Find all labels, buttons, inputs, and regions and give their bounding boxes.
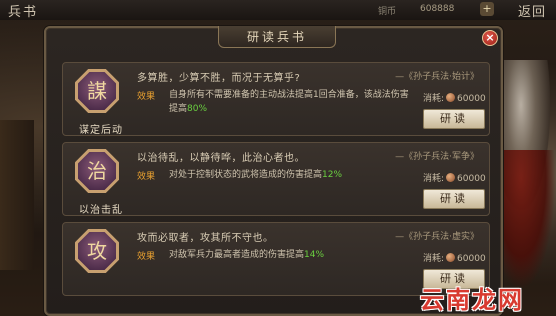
skill-quote: 以治待乱，以静待哗，此治心者也。 xyxy=(137,153,305,164)
cost-value: 60000 xyxy=(457,254,486,264)
effect-text: 对敌军兵力最高者造成的伤害提高 xyxy=(169,250,305,260)
skill-card: 謀 谋定后动 多算胜，少算不胜，而况于无算乎? —《孙子兵法·始计》 效果 自身… xyxy=(62,62,490,136)
skill-source: —《孙子兵法·虚实》 xyxy=(395,232,479,242)
cost-label: 消耗: xyxy=(423,254,445,264)
skill-source: —《孙子兵法·军争》 xyxy=(395,152,479,162)
resource-value: 608888 xyxy=(420,4,455,14)
charging-warrior-icon: 攻 xyxy=(87,239,107,263)
cost: 消耗: 60000 xyxy=(423,91,486,104)
cost-value: 60000 xyxy=(457,174,486,184)
top-bar: 兵书 铜币 608888 + 返回 xyxy=(0,0,556,20)
crossed-blades-icon: 治 xyxy=(87,159,107,183)
coin-icon xyxy=(446,93,456,102)
skill-source: —《孙子兵法·始计》 xyxy=(395,72,479,82)
effect-description: 自身所有不需要准备的主动战法提高1回合准备，该战法伤害提高80% xyxy=(169,88,413,116)
scroll-sage-icon: 謀 xyxy=(87,79,107,103)
effect-value: 12% xyxy=(322,170,343,180)
skill-icon[interactable]: 攻 xyxy=(71,229,123,277)
study-button[interactable]: 研读 xyxy=(423,189,485,209)
close-button[interactable]: × xyxy=(482,30,498,46)
cost-label: 消耗: xyxy=(423,174,445,184)
skill-card: 治 以治击乱 以治待乱，以静待哗，此治心者也。 —《孙子兵法·军争》 效果 对处… xyxy=(62,142,490,216)
dialog-title: 研读兵书 xyxy=(246,30,307,44)
effect-description: 对处于控制状态的武将造成的伤害提高12% xyxy=(169,168,413,182)
page-title: 兵书 xyxy=(8,5,39,20)
cost-label: 消耗: xyxy=(423,94,445,104)
cost: 消耗: 60000 xyxy=(423,171,486,184)
effect-text: 对处于控制状态的武将造成的伤害提高 xyxy=(169,170,323,180)
effect-label: 效果 xyxy=(137,92,156,102)
watermark: 云南龙网 xyxy=(420,286,524,314)
study-button[interactable]: 研读 xyxy=(423,109,485,129)
cost-value: 60000 xyxy=(457,94,486,104)
skill-icon[interactable]: 謀 谋定后动 xyxy=(71,69,123,136)
add-resource-button[interactable]: + xyxy=(480,2,494,16)
skill-quote: 攻而必取者，攻其所不守也。 xyxy=(137,233,274,244)
cost: 消耗: 60000 xyxy=(423,251,486,264)
effect-label: 效果 xyxy=(137,172,156,182)
effect-description: 对敌军兵力最高者造成的伤害提高14% xyxy=(169,248,413,262)
effect-label: 效果 xyxy=(137,252,156,262)
resource-label: 铜币 xyxy=(378,7,397,17)
skill-icon[interactable]: 治 以治击乱 xyxy=(71,149,123,216)
effect-value: 80% xyxy=(187,104,208,114)
study-book-dialog: 研读兵书 × 謀 谋定后动 多算胜，少算不胜，而况于无算乎? —《孙子兵法·始计… xyxy=(44,26,503,316)
background-bookshelf xyxy=(0,120,34,270)
skill-name: 谋定后动 xyxy=(79,125,123,136)
coin-icon xyxy=(446,173,456,182)
skill-quote: 多算胜，少算不胜，而况于无算乎? xyxy=(137,73,301,84)
skill-name: 以治击乱 xyxy=(79,205,123,216)
back-button[interactable]: 返回 xyxy=(518,1,546,20)
dialog-title-bar: 研读兵书 xyxy=(218,26,336,48)
effect-value: 14% xyxy=(304,250,325,260)
coin-icon xyxy=(446,253,456,262)
